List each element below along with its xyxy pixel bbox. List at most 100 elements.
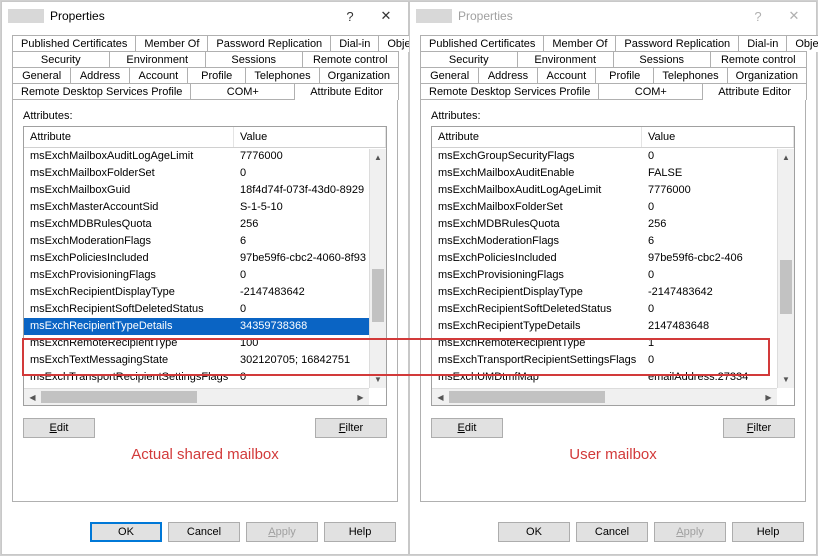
tab[interactable]: Published Certificates — [12, 35, 136, 52]
tab[interactable]: Environment — [517, 51, 615, 68]
apply-button[interactable]: Apply — [654, 522, 726, 542]
tab[interactable]: Organization — [319, 67, 399, 84]
table-row[interactable]: msExchMailboxAuditEnableFALSE — [432, 165, 794, 182]
tab[interactable]: Organization — [727, 67, 807, 84]
tab[interactable]: Account — [129, 67, 188, 84]
tab[interactable]: General — [12, 67, 71, 84]
tab[interactable]: Password Replication — [207, 35, 331, 52]
horizontal-scrollbar[interactable]: ◀▶ — [24, 388, 369, 405]
tab[interactable]: Dial-in — [738, 35, 787, 52]
scroll-thumb[interactable] — [372, 269, 384, 322]
table-row[interactable]: msExchMailboxFolderSet0 — [432, 199, 794, 216]
scroll-thumb[interactable] — [449, 391, 605, 403]
col-value[interactable]: Value — [642, 127, 794, 147]
table-row[interactable]: msExchTransportRecipientSettingsFlags0 — [24, 369, 386, 386]
tab[interactable]: Address — [70, 67, 129, 84]
scroll-down-icon[interactable]: ▼ — [370, 371, 386, 388]
tab[interactable]: Password Replication — [615, 35, 739, 52]
tab[interactable]: Account — [537, 67, 596, 84]
table-row[interactable]: msExchMasterAccountSidS-1-5-10 — [24, 199, 386, 216]
scroll-thumb[interactable] — [41, 391, 197, 403]
table-row[interactable]: msExchRecipientTypeDetails34359738368 — [24, 318, 386, 335]
table-row[interactable]: msExchGroupSecurityFlags0 — [432, 148, 794, 165]
vertical-scrollbar[interactable]: ▲▼ — [777, 149, 794, 388]
col-value[interactable]: Value — [234, 127, 386, 147]
table-row[interactable]: msExchMailboxAuditLogAgeLimit7776000 — [24, 148, 386, 165]
scroll-right-icon[interactable]: ▶ — [760, 389, 777, 405]
tab[interactable]: COM+ — [598, 83, 703, 100]
edit-button[interactable]: Edit — [431, 418, 503, 438]
close-icon[interactable]: ✕ — [776, 5, 812, 27]
tab[interactable]: Telephones — [245, 67, 319, 84]
help-icon[interactable]: ? — [332, 5, 368, 27]
table-row[interactable]: msExchMailboxFolderSet0 — [24, 165, 386, 182]
help-icon[interactable]: ? — [740, 5, 776, 27]
tab[interactable]: Remote control — [302, 51, 400, 68]
table-row[interactable]: msExchRemoteRecipientType1 — [432, 335, 794, 352]
table-row[interactable]: msExchRecipientSoftDeletedStatus0 — [24, 301, 386, 318]
scroll-down-icon[interactable]: ▼ — [778, 371, 794, 388]
scroll-up-icon[interactable]: ▲ — [778, 149, 794, 166]
scroll-thumb[interactable] — [780, 260, 792, 313]
scroll-right-icon[interactable]: ▶ — [352, 389, 369, 405]
table-row[interactable]: msExchTextMessagingState302120705; 16842… — [24, 352, 386, 369]
cancel-button[interactable]: Cancel — [576, 522, 648, 542]
table-row[interactable]: msExchProvisioningFlags0 — [432, 267, 794, 284]
table-row[interactable]: msExchMDBRulesQuota256 — [432, 216, 794, 233]
tab[interactable]: COM+ — [190, 83, 295, 100]
scroll-left-icon[interactable]: ◀ — [432, 389, 449, 405]
tab[interactable]: Environment — [109, 51, 207, 68]
tab[interactable]: General — [420, 67, 479, 84]
tab[interactable]: Object — [786, 35, 818, 52]
table-row[interactable]: msExchUMDtmfMapemailAddress:27334 — [432, 369, 794, 386]
col-attribute[interactable]: Attribute — [24, 127, 234, 147]
filter-button[interactable]: Filter — [315, 418, 387, 438]
vertical-scrollbar[interactable]: ▲▼ — [369, 149, 386, 388]
ok-button[interactable]: OK — [90, 522, 162, 542]
tab[interactable]: Security — [12, 51, 110, 68]
attribute-list[interactable]: AttributeValuemsExchGroupSecurityFlags0m… — [431, 126, 795, 406]
table-row[interactable]: msExchPoliciesIncluded97be59f6-cbc2-406 — [432, 250, 794, 267]
edit-button[interactable]: Edit — [23, 418, 95, 438]
help-button[interactable]: Help — [324, 522, 396, 542]
tab[interactable]: Member Of — [135, 35, 208, 52]
tab[interactable]: Attribute Editor — [294, 83, 399, 100]
tab[interactable]: Sessions — [205, 51, 303, 68]
help-button[interactable]: Help — [732, 522, 804, 542]
table-row[interactable]: msExchRecipientSoftDeletedStatus0 — [432, 301, 794, 318]
table-row[interactable]: msExchModerationFlags6 — [24, 233, 386, 250]
table-row[interactable]: msExchRecipientTypeDetails2147483648 — [432, 318, 794, 335]
horizontal-scrollbar[interactable]: ◀▶ — [432, 388, 777, 405]
close-icon[interactable]: ✕ — [368, 5, 404, 27]
apply-button[interactable]: Apply — [246, 522, 318, 542]
table-row[interactable]: msExchMailboxAuditLogAgeLimit7776000 — [432, 182, 794, 199]
table-row[interactable]: msExchRecipientDisplayType-2147483642 — [432, 284, 794, 301]
table-row[interactable]: msExchRecipientDisplayType-2147483642 — [24, 284, 386, 301]
table-row[interactable]: msExchTransportRecipientSettingsFlags0 — [432, 352, 794, 369]
table-row[interactable]: msExchMailboxGuid18f4d74f-073f-43d0-8929 — [24, 182, 386, 199]
tab[interactable]: Remote Desktop Services Profile — [420, 83, 599, 100]
cancel-button[interactable]: Cancel — [168, 522, 240, 542]
table-row[interactable]: msExchRemoteRecipientType100 — [24, 335, 386, 352]
tab[interactable]: Address — [478, 67, 537, 84]
tab[interactable]: Attribute Editor — [702, 83, 807, 100]
attribute-list[interactable]: AttributeValuemsExchMailboxAuditLogAgeLi… — [23, 126, 387, 406]
tab[interactable]: Published Certificates — [420, 35, 544, 52]
table-row[interactable]: msExchProvisioningFlags0 — [24, 267, 386, 284]
ok-button[interactable]: OK — [498, 522, 570, 542]
tab[interactable]: Remote Desktop Services Profile — [12, 83, 191, 100]
tab[interactable]: Profile — [595, 67, 654, 84]
tab[interactable]: Member Of — [543, 35, 616, 52]
scroll-left-icon[interactable]: ◀ — [24, 389, 41, 405]
tab[interactable]: Dial-in — [330, 35, 379, 52]
scroll-up-icon[interactable]: ▲ — [370, 149, 386, 166]
table-row[interactable]: msExchPoliciesIncluded97be59f6-cbc2-4060… — [24, 250, 386, 267]
filter-button[interactable]: Filter — [723, 418, 795, 438]
tab[interactable]: Profile — [187, 67, 246, 84]
tab[interactable]: Security — [420, 51, 518, 68]
table-row[interactable]: msExchMDBRulesQuota256 — [24, 216, 386, 233]
tab[interactable]: Telephones — [653, 67, 727, 84]
table-row[interactable]: msExchModerationFlags6 — [432, 233, 794, 250]
tab[interactable]: Sessions — [613, 51, 711, 68]
col-attribute[interactable]: Attribute — [432, 127, 642, 147]
